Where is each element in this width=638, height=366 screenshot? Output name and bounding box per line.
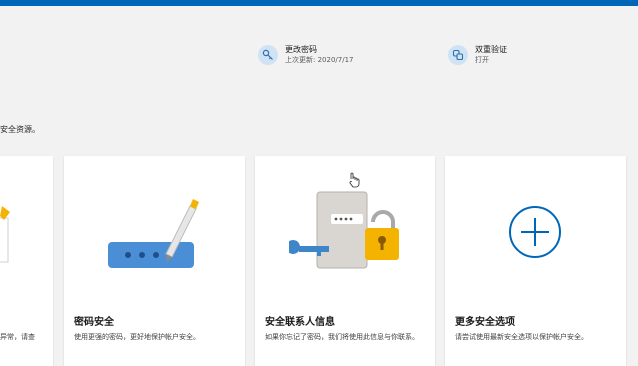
password-security-card[interactable]: 密码安全 使用更强的密码，更好地保护帐户安全。 xyxy=(64,156,245,366)
security-contact-title: 安全联系人信息 xyxy=(265,317,335,328)
more-security-options-title: 更多安全选项 xyxy=(455,317,515,328)
change-password-title: 更改密码 xyxy=(285,45,317,54)
hand-cursor-icon xyxy=(349,172,360,188)
partial-card-art-icon xyxy=(0,206,10,263)
password-field-pen-icon xyxy=(108,199,199,268)
intro-text: 安全资源。 xyxy=(0,125,40,134)
change-password-subtitle: 上次更新: 2020/7/17 xyxy=(285,56,354,64)
security-contact-description: 如果你忘记了密码，我们将使用此信息与你联系。 xyxy=(265,333,419,341)
two-step-subtitle: 打开 xyxy=(475,56,489,64)
two-step-title: 双重验证 xyxy=(475,45,507,54)
top-accent-bar xyxy=(0,0,638,6)
key-icon xyxy=(258,45,278,65)
contact-book-lock-icon xyxy=(289,191,399,269)
partial-card-description: 异常，请查 xyxy=(0,333,35,341)
security-contact-card[interactable]: 安全联系人信息 如果你忘记了密码，我们将使用此信息与你联系。 xyxy=(255,156,435,366)
password-security-title: 密码安全 xyxy=(74,317,114,328)
password-security-description: 使用更强的密码，更好地保护帐户安全。 xyxy=(74,333,200,341)
more-security-options-card[interactable]: 更多安全选项 请尝试使用最新安全选项以保护帐户安全。 xyxy=(445,156,626,366)
two-step-icon xyxy=(448,45,468,65)
security-card-partial[interactable]: 异常，请查 xyxy=(0,156,53,366)
change-password-link[interactable]: 更改密码 上次更新: 2020/7/17 xyxy=(258,45,353,65)
add-circle-icon xyxy=(509,206,561,258)
more-security-options-description: 请尝试使用最新安全选项以保护帐户安全。 xyxy=(455,333,588,341)
two-step-verification-link[interactable]: 双重验证 打开 xyxy=(448,45,507,65)
